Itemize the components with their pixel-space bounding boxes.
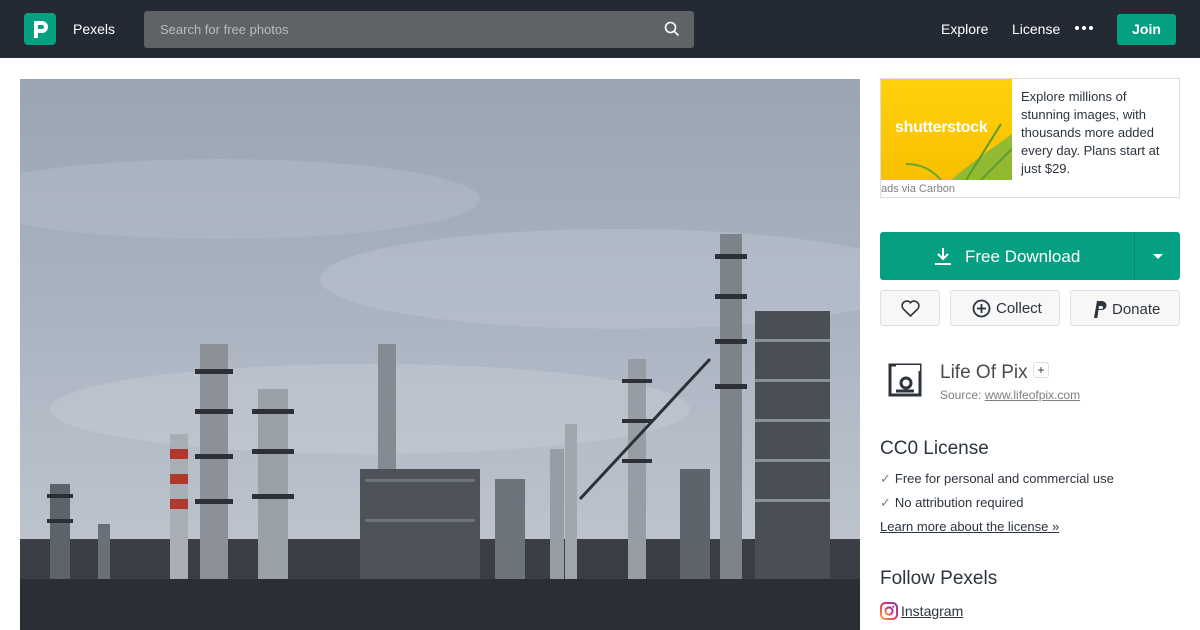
download-options-dropdown[interactable] xyxy=(1134,232,1180,280)
license-item: ✓ No attribution required xyxy=(880,495,1024,511)
donate-button[interactable]: Donate xyxy=(1070,290,1180,326)
learn-more-license-link[interactable]: Learn more about the license » xyxy=(880,519,1059,534)
download-label: Free Download xyxy=(965,247,1081,266)
license-item-text: No attribution required xyxy=(894,495,1024,510)
pexels-logo-icon[interactable] xyxy=(24,13,56,45)
brand-name[interactable]: Pexels xyxy=(73,21,115,37)
collect-button[interactable]: Collect xyxy=(950,290,1060,326)
ad-image[interactable]: shutterstock xyxy=(881,79,1012,180)
source-prefix: Source: xyxy=(940,388,982,402)
refinery-photo-illustration xyxy=(20,159,860,630)
author-avatar-icon[interactable] xyxy=(887,362,923,398)
check-icon: ✓ xyxy=(880,495,891,510)
add-circle-icon xyxy=(972,299,991,318)
nav-license-link[interactable]: License xyxy=(1012,21,1060,37)
paypal-icon xyxy=(1094,301,1107,318)
donate-label: Donate xyxy=(1112,301,1161,318)
license-item-text: Free for personal and commercial use xyxy=(894,471,1114,486)
author-name[interactable]: Life Of Pix xyxy=(940,362,1028,384)
license-item: ✓ Free for personal and commercial use xyxy=(880,471,1114,487)
more-options-icon[interactable] xyxy=(1075,26,1095,32)
instagram-link[interactable]: Instagram xyxy=(901,603,963,619)
heart-icon xyxy=(901,300,920,317)
check-icon: ✓ xyxy=(880,471,891,486)
ad-brand-logo: shutterstock xyxy=(895,119,988,136)
author-source: Source: www.lifeofpix.com xyxy=(940,388,1080,402)
source-link[interactable]: www.lifeofpix.com xyxy=(985,388,1080,402)
follow-title: Follow Pexels xyxy=(880,568,998,589)
nav-explore-link[interactable]: Explore xyxy=(941,21,988,37)
search-input[interactable] xyxy=(144,11,654,48)
join-button[interactable]: Join xyxy=(1117,14,1176,45)
ad-via-carbon[interactable]: ads via Carbon xyxy=(881,183,955,195)
search-bar[interactable] xyxy=(144,11,694,48)
caret-down-icon xyxy=(1153,254,1163,259)
license-title: CC0 License xyxy=(880,438,989,459)
instagram-icon[interactable] xyxy=(880,602,898,620)
ad-text[interactable]: Explore millions of stunning images, wit… xyxy=(1021,88,1179,178)
search-icon[interactable] xyxy=(664,21,680,37)
main-photo[interactable] xyxy=(20,79,860,630)
like-button[interactable] xyxy=(880,290,940,326)
download-icon xyxy=(935,248,951,265)
top-navbar: Pexels Explore License Join xyxy=(0,0,1200,58)
collect-label: Collect xyxy=(996,300,1042,317)
follow-author-button[interactable]: + xyxy=(1033,362,1049,378)
sponsored-ad[interactable]: shutterstock Explore millions of stunnin… xyxy=(880,78,1180,198)
free-download-button[interactable]: Free Download xyxy=(880,232,1134,280)
